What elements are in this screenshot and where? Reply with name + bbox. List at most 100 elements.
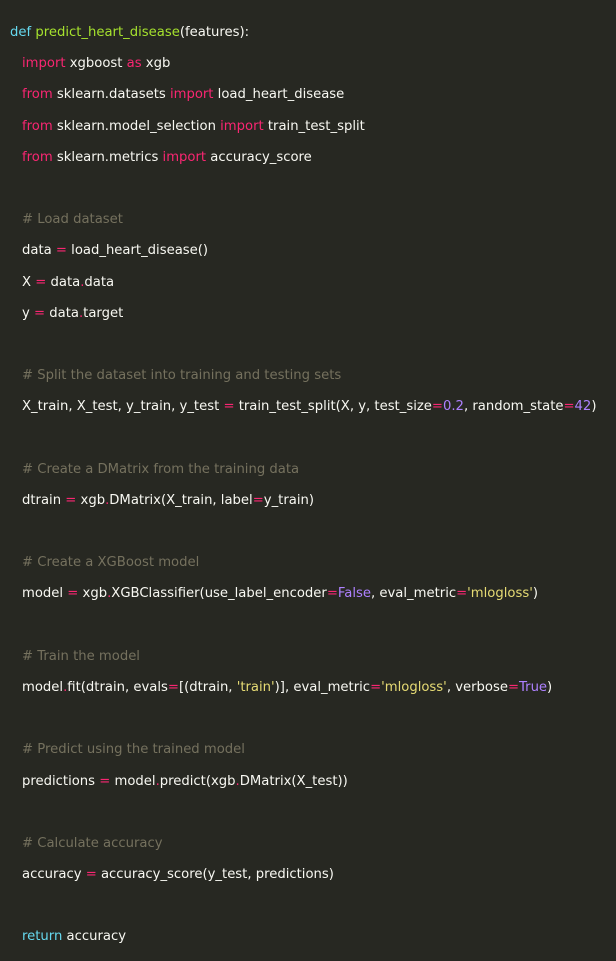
code-text: (features): <box>179 25 250 40</box>
code-text: accuracy <box>22 867 86 883</box>
code-text: predict(xgb <box>159 773 236 789</box>
code-line: from sklearn.datasets import load_heart_… <box>10 87 616 103</box>
comment: # Predict using the trained model <box>22 742 245 758</box>
code-line: dtrain = xgb.DMatrix(X_train, label=y_tr… <box>10 493 616 509</box>
code-text: train_test_split(X, y, test_size <box>234 399 432 415</box>
number-literal: 0.2 <box>442 399 464 415</box>
keyword: from <box>22 118 53 134</box>
code-line: def predict_heart_disease(features): <box>10 25 616 41</box>
code-line: from sklearn.metrics import accuracy_sco… <box>10 150 616 166</box>
boolean-literal: True <box>519 679 548 695</box>
operator: = <box>326 586 338 602</box>
operator: = <box>456 586 468 602</box>
operator: = <box>67 586 79 602</box>
code-text: xgb <box>78 586 108 602</box>
boolean-literal: False <box>337 586 371 602</box>
code-line: # Train the model <box>10 649 616 665</box>
code-text: , verbose <box>446 679 508 695</box>
code-block: def predict_heart_disease(features): imp… <box>10 10 616 961</box>
string-literal: 'mlogloss' <box>381 679 447 695</box>
code-text: X_train, X_test, y_train, y_test <box>22 399 224 415</box>
code-text: y_train) <box>263 492 315 508</box>
code-text: model <box>22 586 68 602</box>
number-literal: 42 <box>574 399 592 415</box>
operator: = <box>55 243 67 259</box>
operator: = <box>563 399 575 415</box>
code-text: dtrain <box>22 492 66 508</box>
operator: = <box>35 274 47 290</box>
code-text: ) <box>532 586 539 602</box>
function-name: predict_heart_disease <box>35 25 180 40</box>
code-text: X <box>22 274 36 290</box>
code-text: XGBClassifier(use_label_encoder <box>111 586 327 602</box>
operator: = <box>65 492 77 508</box>
comment: # Create a XGBoost model <box>22 555 200 571</box>
code-line: import xgboost as xgb <box>10 56 616 72</box>
code-text: data <box>22 243 56 259</box>
operator: = <box>85 867 97 883</box>
operator: = <box>34 305 46 321</box>
code-text: model <box>110 773 156 789</box>
comment: # Train the model <box>22 648 140 664</box>
operator: = <box>167 679 179 695</box>
code-line: model.fit(dtrain, evals=[(dtrain, 'train… <box>10 680 616 696</box>
code-text: DMatrix(X_train, label <box>109 492 253 508</box>
code-text: target <box>83 305 124 321</box>
code-text: accuracy_score <box>206 149 312 165</box>
string-literal: 'train' <box>236 679 275 695</box>
code-text: sklearn.datasets <box>52 87 170 103</box>
comment: # Create a DMatrix from the training dat… <box>22 461 300 477</box>
code-text: ) <box>591 399 597 415</box>
code-line: data = load_heart_disease() <box>10 243 616 259</box>
code-text: data <box>45 305 79 321</box>
code-line: from sklearn.model_selection import trai… <box>10 119 616 135</box>
code-line: # Predict using the trained model <box>10 742 616 758</box>
keyword: from <box>22 87 53 103</box>
code-text: load_heart_disease() <box>66 243 209 259</box>
keyword: import <box>22 56 66 72</box>
keyword: return <box>22 929 63 945</box>
comment: # Split the dataset into training and te… <box>22 368 342 384</box>
code-line: # Split the dataset into training and te… <box>10 368 616 384</box>
keyword: import <box>162 149 207 165</box>
code-line: return accuracy <box>10 929 616 945</box>
code-text: predictions <box>22 773 100 789</box>
code-text: train_test_split <box>263 118 365 134</box>
code-text: , random_state <box>463 399 564 415</box>
code-text: data <box>84 274 115 290</box>
code-text: y <box>22 305 34 321</box>
comment: # Load dataset <box>22 212 123 228</box>
code-line: predictions = model.predict(xgb.DMatrix(… <box>10 774 616 790</box>
operator: = <box>223 399 235 415</box>
code-line: accuracy = accuracy_score(y_test, predic… <box>10 867 616 883</box>
code-text: model <box>22 679 64 695</box>
code-text: fit(dtrain, evals <box>67 679 168 695</box>
code-text: , eval_metric <box>371 586 457 602</box>
code-text: xgb <box>76 492 106 508</box>
code-line: # Calculate accuracy <box>10 836 616 852</box>
code-editor[interactable]: def predict_heart_disease(features): imp… <box>0 0 616 944</box>
code-line: # Create a DMatrix from the training dat… <box>10 462 616 478</box>
code-line: y = data.target <box>10 306 616 322</box>
string-literal: 'mlogloss' <box>467 586 533 602</box>
operator: = <box>370 679 382 695</box>
code-text: data <box>46 274 81 290</box>
code-text: [(dtrain, <box>178 679 237 695</box>
code-text: sklearn.metrics <box>52 149 163 165</box>
keyword: from <box>22 149 53 165</box>
operator: = <box>431 399 443 415</box>
code-text: sklearn.model_selection <box>52 118 221 134</box>
keyword: import <box>220 118 264 134</box>
code-line: # Load dataset <box>10 212 616 228</box>
code-text: accuracy_score(y_test, predictions) <box>96 867 334 883</box>
code-text: accuracy <box>62 929 127 945</box>
operator: = <box>99 773 111 789</box>
comment: # Calculate accuracy <box>22 835 163 851</box>
